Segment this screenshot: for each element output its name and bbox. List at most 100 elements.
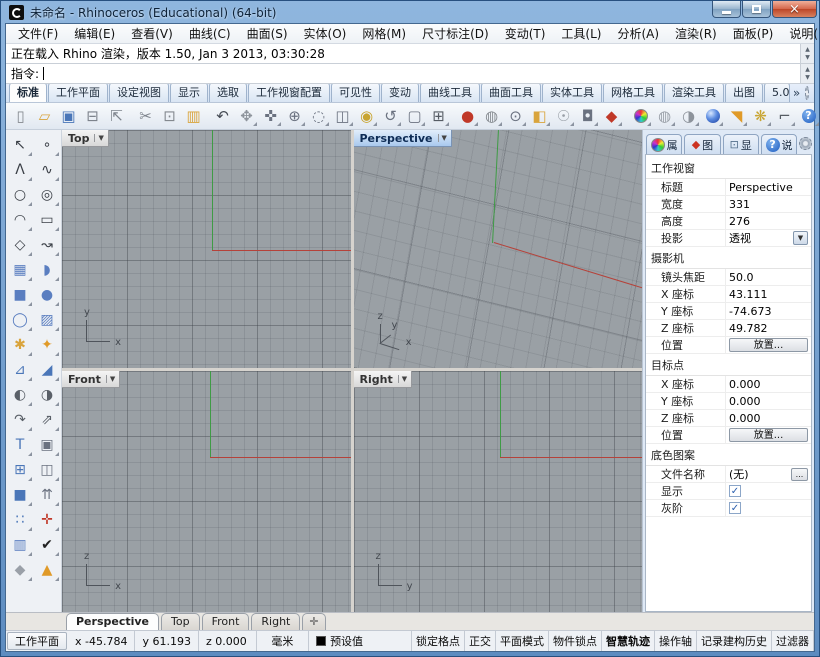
toolbar-tab[interactable]: 实体工具	[542, 82, 602, 102]
viewport-tab[interactable]: Right	[251, 613, 300, 630]
projection-dropdown[interactable]: 透视 ▼	[725, 230, 811, 246]
toolbar-tab[interactable]: 出图	[725, 82, 763, 102]
circle-icon[interactable]: ○	[8, 183, 33, 207]
rectangle-icon[interactable]: ▭	[35, 208, 60, 232]
toolbar-tab[interactable]: 渲染工具	[664, 82, 724, 102]
toolbar-tab[interactable]: 变动	[381, 82, 419, 102]
minimize-button[interactable]	[712, 1, 741, 18]
toolbar-tab[interactable]: 选取	[209, 82, 247, 102]
menu-item[interactable]: 分析(A)	[609, 23, 667, 44]
menu-item[interactable]: 查看(V)	[123, 23, 181, 44]
rotate-view-icon[interactable]: ✜	[259, 105, 282, 127]
status-pane[interactable]: 过滤器	[772, 631, 814, 651]
property-value[interactable]: 49.782	[725, 320, 811, 336]
polyline-icon[interactable]: Λ	[8, 158, 33, 182]
menu-item[interactable]: 实体(O)	[296, 23, 355, 44]
split-icon[interactable]: ◢	[35, 358, 60, 382]
arc-icon[interactable]: ◠	[8, 208, 33, 232]
four-viewports-icon[interactable]: ⊞	[427, 105, 450, 127]
viewport-tab[interactable]: Front	[202, 613, 250, 630]
boolean-icon[interactable]: ✱	[8, 333, 33, 357]
menu-item[interactable]: 变动(T)	[497, 23, 554, 44]
menu-item[interactable]: 编辑(E)	[66, 23, 123, 44]
toolbar-tab[interactable]: 5.0 的新功能	[764, 82, 790, 102]
control-point-curve-icon[interactable]: ∿	[35, 158, 60, 182]
cplane-button[interactable]: 工作平面	[7, 632, 67, 650]
box-icon[interactable]: ■	[8, 283, 33, 307]
scroll-down-icon[interactable]: ▼	[805, 54, 810, 61]
array-grid-icon[interactable]: ∷	[8, 508, 33, 532]
zoom-dynamic-icon[interactable]: ◌	[307, 105, 330, 127]
toolbar-tab[interactable]: 可见性	[331, 82, 380, 102]
group-icon[interactable]: ▥	[8, 533, 33, 557]
place-target-button[interactable]: 放置...	[729, 428, 808, 442]
surface-from-points-icon[interactable]: ▦	[8, 258, 33, 282]
render-car-icon[interactable]: ●	[456, 105, 479, 127]
undo-icon[interactable]: ↶	[211, 105, 234, 127]
viewport-tab[interactable]: Top	[161, 613, 200, 630]
property-value[interactable]: 50.0	[725, 269, 811, 285]
status-pane[interactable]: 锁定格点	[412, 631, 465, 651]
dropdown-arrow-icon[interactable]: ▼	[793, 231, 808, 245]
new-file-icon[interactable]: ▯	[9, 105, 32, 127]
toolbar-tab[interactable]: 显示	[170, 82, 208, 102]
menu-item[interactable]: 面板(P)	[725, 23, 782, 44]
properties-tab-icon[interactable]: 属	[646, 134, 682, 154]
maximize-button[interactable]	[742, 1, 771, 18]
wallpaper-filename[interactable]: (无) ...	[725, 466, 811, 482]
print-icon[interactable]: ⊟	[81, 105, 104, 127]
place-camera-button[interactable]: 放置...	[729, 338, 808, 352]
property-value[interactable]: 276	[725, 213, 811, 229]
viewport-menu-arrow-icon[interactable]: ▼	[438, 134, 450, 142]
menu-item[interactable]: 渲染(R)	[667, 23, 725, 44]
object-snap-icon[interactable]: ◧	[528, 105, 551, 127]
property-value[interactable]: 0.000	[725, 410, 811, 426]
array-linear-icon[interactable]: ✛	[35, 508, 60, 532]
mirror-icon[interactable]: ◫	[35, 458, 60, 482]
sphere-icon[interactable]: ●	[35, 283, 60, 307]
sphere-wireframe-icon[interactable]: ◍	[653, 105, 676, 127]
gears-icon[interactable]: ❋	[749, 105, 772, 127]
dimension-icon[interactable]: ⌐	[773, 105, 796, 127]
tab-overflow-chevron-icon[interactable]: »	[791, 86, 802, 102]
panel-gear-icon[interactable]	[799, 137, 812, 150]
cplane-icon[interactable]: ⊙	[504, 105, 527, 127]
zoom-back-icon[interactable]: ↺	[379, 105, 402, 127]
menu-item[interactable]: 工具(L)	[553, 23, 609, 44]
curve-edit-icon[interactable]: ↷	[8, 408, 33, 432]
menu-item[interactable]: 尺寸标注(D)	[414, 23, 497, 44]
primitives-icon[interactable]: ◆	[8, 558, 33, 582]
toolbar-tab[interactable]: 网格工具	[603, 82, 663, 102]
viewport-label-right[interactable]: Right ▼	[354, 371, 413, 388]
open-file-icon[interactable]: ▱	[33, 105, 56, 127]
check-icon[interactable]: ✔	[35, 533, 60, 557]
toolbar-tab[interactable]: 曲面工具	[481, 82, 541, 102]
sphere-rendered-icon[interactable]	[701, 105, 724, 127]
extrude-icon[interactable]: ⇈	[35, 483, 60, 507]
property-value[interactable]: Perspective	[725, 179, 811, 195]
status-pane[interactable]: 记录建构历史	[697, 631, 772, 651]
trim-icon[interactable]: ⊿	[8, 358, 33, 382]
menu-item[interactable]: 说明(H)	[781, 23, 820, 44]
color-wheel-icon[interactable]	[629, 105, 652, 127]
sphere-shaded-icon[interactable]: ◑	[677, 105, 700, 127]
save-icon[interactable]: ▣	[57, 105, 80, 127]
flamingo-render-icon[interactable]: ◆	[600, 105, 623, 127]
units-cell[interactable]: 毫米	[257, 631, 309, 651]
zoom-in-icon[interactable]: ⊕	[283, 105, 306, 127]
display-tab-icon[interactable]: ⊡ 显	[723, 134, 759, 154]
menu-item[interactable]: 曲面(S)	[239, 23, 296, 44]
blend-icon[interactable]: ◑	[35, 383, 60, 407]
menu-item[interactable]: 网格(M)	[354, 23, 414, 44]
text-icon[interactable]: T	[8, 433, 33, 457]
status-pane[interactable]: 操作轴	[655, 631, 697, 651]
menu-item[interactable]: 文件(F)	[10, 23, 66, 44]
status-pane[interactable]: 平面模式	[496, 631, 549, 651]
light-icon[interactable]: ☉	[552, 105, 575, 127]
array-icon[interactable]: ⊞	[8, 458, 33, 482]
render-preview-icon[interactable]: ◍	[480, 105, 503, 127]
status-pane[interactable]: 物件锁点	[549, 631, 602, 651]
toolbar-tab[interactable]: 设定视图	[109, 82, 169, 102]
torus-icon[interactable]: ◯	[8, 308, 33, 332]
surface-patch-icon[interactable]: ▨	[35, 308, 60, 332]
